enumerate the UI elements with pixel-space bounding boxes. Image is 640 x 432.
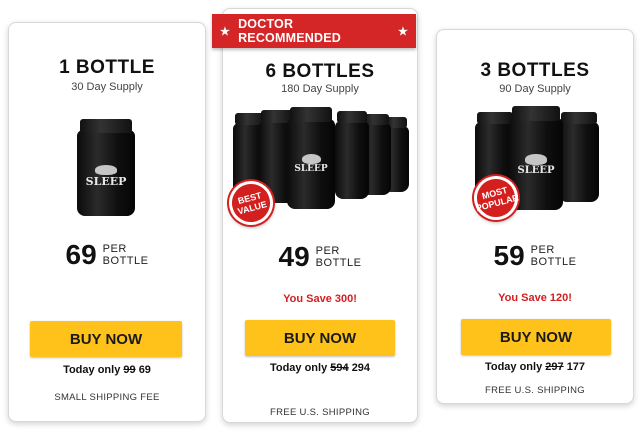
buy-now-button[interactable]: BUY NOW	[461, 319, 611, 355]
per-label: PER	[102, 243, 127, 255]
product-image: SLEEP	[9, 118, 205, 218]
bottle-label: BOTTLE	[315, 257, 362, 269]
supply-duration: 180 Day Supply	[281, 83, 359, 95]
bottle-label: BOTTLE	[530, 256, 577, 268]
package-title: 1 BOTTLE	[59, 57, 155, 78]
old-price: 297	[545, 361, 564, 373]
bottle-image: SLEEP	[77, 118, 135, 216]
price-value: 69	[65, 239, 97, 270]
price-per-bottle: 59 PER BOTTLE	[437, 240, 633, 272]
new-price: 69	[138, 364, 151, 376]
bottle-label: BOTTLE	[102, 255, 149, 267]
old-price: 99	[123, 364, 136, 376]
price-per-bottle: 69 PER BOTTLE	[9, 239, 205, 271]
price-value: 49	[278, 241, 310, 272]
package-card-6-bottles: 6 BOTTLES 180 Day Supply SLEEP BEST VALU…	[222, 8, 418, 423]
per-label: PER	[315, 245, 340, 257]
bottle-image: SLEEP	[287, 107, 335, 209]
price-value: 59	[493, 240, 525, 271]
star-icon: ★	[397, 25, 408, 38]
package-card-3-bottles: 3 BOTTLES 90 Day Supply SLEEP MOST POPUL…	[436, 29, 634, 404]
package-card-1-bottle: 1 BOTTLE 30 Day Supply SLEEP 69 PER BOTTL…	[8, 22, 206, 422]
buy-now-button[interactable]: BUY NOW	[245, 320, 395, 356]
today-only-price: Today only 594 294	[269, 362, 371, 374]
new-price: 177	[566, 361, 586, 373]
star-icon: ★	[220, 25, 231, 38]
price-per-bottle: 49 PER BOTTLE	[223, 241, 417, 273]
supply-duration: 90 Day Supply	[499, 83, 571, 95]
savings-text: You Save 120!	[498, 292, 572, 304]
buy-now-button[interactable]: BUY NOW	[30, 321, 182, 357]
per-label: PER	[530, 244, 555, 256]
savings-text: You Save 300!	[283, 293, 357, 305]
doctor-recommended-ribbon: ★ DOCTOR RECOMMENDED ★	[212, 14, 416, 48]
shipping-note: FREE U.S. SHIPPING	[270, 407, 370, 418]
today-only-price: Today only 99 69	[63, 364, 151, 376]
shipping-note: SMALL SHIPPING FEE	[54, 392, 160, 403]
ribbon-label: DOCTOR RECOMMENDED	[238, 17, 341, 45]
new-price: 294	[351, 362, 371, 374]
today-only-price: Today only 297 177	[484, 361, 586, 373]
product-image: SLEEP	[437, 106, 633, 220]
package-title: 3 BOTTLES	[480, 60, 590, 81]
shipping-note: FREE U.S. SHIPPING	[485, 385, 585, 396]
package-title: 6 BOTTLES	[265, 61, 375, 82]
supply-duration: 30 Day Supply	[71, 81, 143, 93]
old-price: 594	[330, 362, 349, 374]
